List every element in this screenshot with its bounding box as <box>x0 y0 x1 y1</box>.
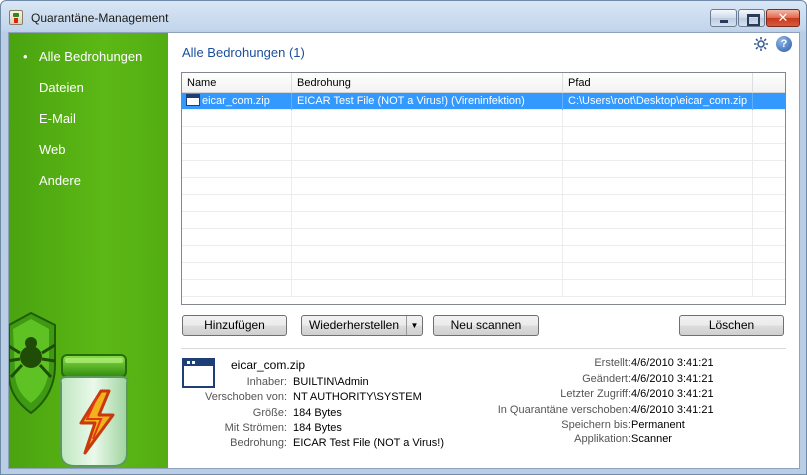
detail-label-quarantined: In Quarantäne verschoben: <box>497 404 631 416</box>
table-row[interactable]: eicar_com.zip EICAR Test File (NOT a Vir… <box>182 93 785 110</box>
close-button[interactable]: ✕ <box>766 9 800 27</box>
sidebar-item-email[interactable]: E-Mail <box>9 108 168 130</box>
detail-value-last-access: 4/6/2010 3:41:21 <box>631 388 714 400</box>
client-area: Alle Bedrohungen Dateien E-Mail Web Ande… <box>8 32 800 469</box>
detail-label-with-streams: Mit Strömen: <box>224 422 287 434</box>
app-window: Quarantäne-Management ✕ Alle Bedrohungen… <box>0 0 807 475</box>
cell-path: C:\Users\root\Desktop\eicar_com.zip <box>563 93 753 110</box>
empty-row <box>182 212 785 229</box>
add-button[interactable]: Hinzufügen <box>182 315 287 336</box>
detail-value-threat: EICAR Test File (NOT a Virus!) <box>293 437 444 449</box>
detail-label-threat: Bedrohung: <box>230 437 287 449</box>
close-icon: ✕ <box>777 10 789 25</box>
cell-name: eicar_com.zip <box>182 93 292 110</box>
empty-row <box>182 263 785 280</box>
dropdown-arrow-icon[interactable]: ▼ <box>406 316 422 335</box>
detail-label-created: Erstellt: <box>594 357 631 369</box>
detail-value-quarantined: 4/6/2010 3:41:21 <box>631 404 714 416</box>
restore-button-label: Wiederherstellen <box>308 318 400 332</box>
detail-value-moved-from: NT AUTHORITY\SYSTEM <box>293 391 422 403</box>
help-icon[interactable]: ? <box>776 36 792 52</box>
sidebar-item-files[interactable]: Dateien <box>9 77 168 99</box>
empty-row <box>182 178 785 195</box>
quarantine-table: Name Bedrohung Pfad eicar_com.zip EICAR … <box>181 72 786 305</box>
detail-label-keep-until: Speichern bis: <box>561 419 631 431</box>
detail-label-modified: Geändert: <box>582 373 631 385</box>
sidebar: Alle Bedrohungen Dateien E-Mail Web Ande… <box>9 33 168 468</box>
table-body: eicar_com.zip EICAR Test File (NOT a Vir… <box>182 93 785 304</box>
empty-row <box>182 195 785 212</box>
column-header-name[interactable]: Name <box>182 73 292 93</box>
restore-split-button[interactable]: Wiederherstellen ▼ <box>301 315 423 336</box>
maximize-button[interactable] <box>738 9 765 27</box>
rescan-button[interactable]: Neu scannen <box>433 315 539 336</box>
detail-value-owner: BUILTIN\Admin <box>293 376 369 388</box>
main-panel: Alle Bedrohungen (1) ? Name Bedrohung Pf… <box>169 33 799 468</box>
detail-label-last-access: Letzter Zugriff: <box>560 388 631 400</box>
detail-value-created: 4/6/2010 3:41:21 <box>631 357 714 369</box>
detail-label-size: Größe: <box>252 407 287 419</box>
sidebar-item-all-threats[interactable]: Alle Bedrohungen <box>9 46 168 68</box>
column-header-path[interactable]: Pfad <box>563 73 753 93</box>
detail-value-modified: 4/6/2010 3:41:21 <box>631 373 714 385</box>
file-window-icon <box>182 358 215 388</box>
cell-name-text: eicar_com.zip <box>202 95 270 107</box>
window-title: Quarantäne-Management <box>31 11 169 25</box>
title-bar[interactable]: Quarantäne-Management ✕ <box>1 1 806 32</box>
detail-value-with-streams: 184 Bytes <box>293 422 342 434</box>
table-header: Name Bedrohung Pfad <box>182 73 785 93</box>
sidebar-item-other[interactable]: Andere <box>9 170 168 192</box>
page-title: Alle Bedrohungen (1) <box>182 45 305 60</box>
empty-row <box>182 246 785 263</box>
empty-row <box>182 127 785 144</box>
empty-row <box>182 229 785 246</box>
detail-value-size: 184 Bytes <box>293 407 342 419</box>
settings-gear-icon[interactable] <box>753 36 769 52</box>
file-icon <box>186 94 200 106</box>
column-header-threat[interactable]: Bedrohung <box>292 73 563 93</box>
detail-filename: eicar_com.zip <box>231 358 306 372</box>
cell-threat: EICAR Test File (NOT a Virus!) (Vireninf… <box>292 93 563 110</box>
empty-row <box>182 280 785 297</box>
minimize-button[interactable] <box>710 9 737 27</box>
detail-label-moved-from: Verschoben von: <box>205 391 287 403</box>
detail-label-owner: Inhaber: <box>246 376 287 388</box>
spider-jar-mascot-icon <box>9 311 129 467</box>
empty-row <box>182 144 785 161</box>
detail-label-application: Applikation: <box>574 433 631 445</box>
empty-row <box>182 110 785 127</box>
detail-value-keep-until: Permanent <box>631 419 685 431</box>
details-divider <box>181 348 786 349</box>
detail-value-application: Scanner <box>631 433 672 445</box>
sidebar-item-web[interactable]: Web <box>9 139 168 161</box>
delete-button[interactable]: Löschen <box>679 315 784 336</box>
empty-row <box>182 161 785 178</box>
app-logo-icon <box>9 10 23 25</box>
